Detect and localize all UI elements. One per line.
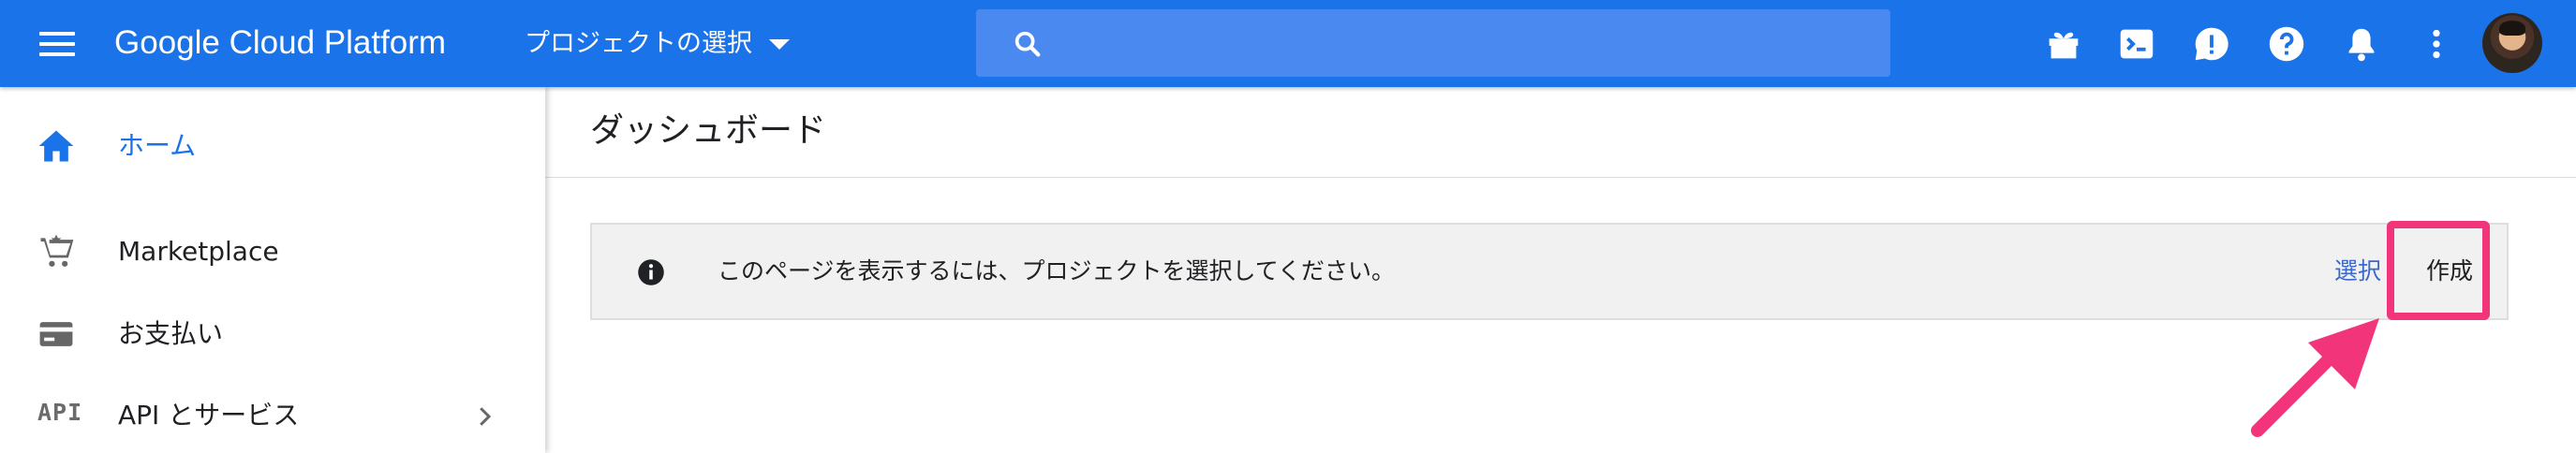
page-title: ダッシュボード (590, 111, 827, 150)
highlight-box (2387, 221, 2490, 320)
project-selector-button[interactable]: プロジェクトの選択 (525, 21, 790, 67)
info-banner: このページを表示するには、プロジェクトを選択してください。 選択 作成 (590, 223, 2509, 320)
pointer-arrow-icon (2251, 318, 2379, 437)
sidebar-item-label: お支払い (118, 318, 224, 349)
cloud-shell-icon[interactable] (2115, 22, 2158, 66)
sidebar-item-label: Marketplace (118, 236, 279, 267)
home-icon (36, 125, 77, 167)
chevron-right-icon (480, 407, 492, 426)
sidebar-item-label: ホーム (118, 130, 197, 161)
feedback-icon[interactable] (2190, 22, 2233, 66)
chevron-down-icon (769, 39, 790, 50)
more-vert-icon[interactable] (2415, 22, 2458, 66)
search-input[interactable] (1059, 19, 1868, 69)
avatar[interactable] (2482, 13, 2542, 73)
sidebar-item-apis[interactable]: API API とサービス (0, 378, 545, 453)
search-bar[interactable] (976, 9, 1890, 77)
sidebar: ホーム Marketplace お支払い API API とサービス (0, 87, 545, 453)
billing-card-icon (36, 314, 77, 355)
sidebar-item-label: API とサービス (118, 400, 300, 431)
notifications-icon[interactable] (2340, 22, 2383, 66)
sidebar-item-marketplace[interactable]: Marketplace (0, 214, 545, 289)
top-app-bar: Google Cloud Platform プロジェクトの選択 (0, 0, 2576, 87)
app-title[interactable]: Google Cloud Platform (114, 19, 446, 67)
search-icon (1014, 31, 1041, 57)
api-icon: API (37, 399, 83, 426)
sidebar-item-home[interactable]: ホーム (0, 109, 545, 183)
select-project-link[interactable]: 選択 (2334, 225, 2381, 318)
sidebar-item-billing[interactable]: お支払い (0, 297, 545, 372)
info-icon (638, 259, 664, 285)
banner-message: このページを表示するには、プロジェクトを選択してください。 (718, 257, 1396, 285)
divider (545, 177, 2576, 178)
menu-icon[interactable] (34, 24, 82, 64)
help-icon[interactable] (2265, 22, 2308, 66)
project-selector-label: プロジェクトの選択 (525, 29, 752, 58)
marketplace-cart-icon (36, 231, 77, 272)
gift-icon[interactable] (2042, 22, 2085, 66)
